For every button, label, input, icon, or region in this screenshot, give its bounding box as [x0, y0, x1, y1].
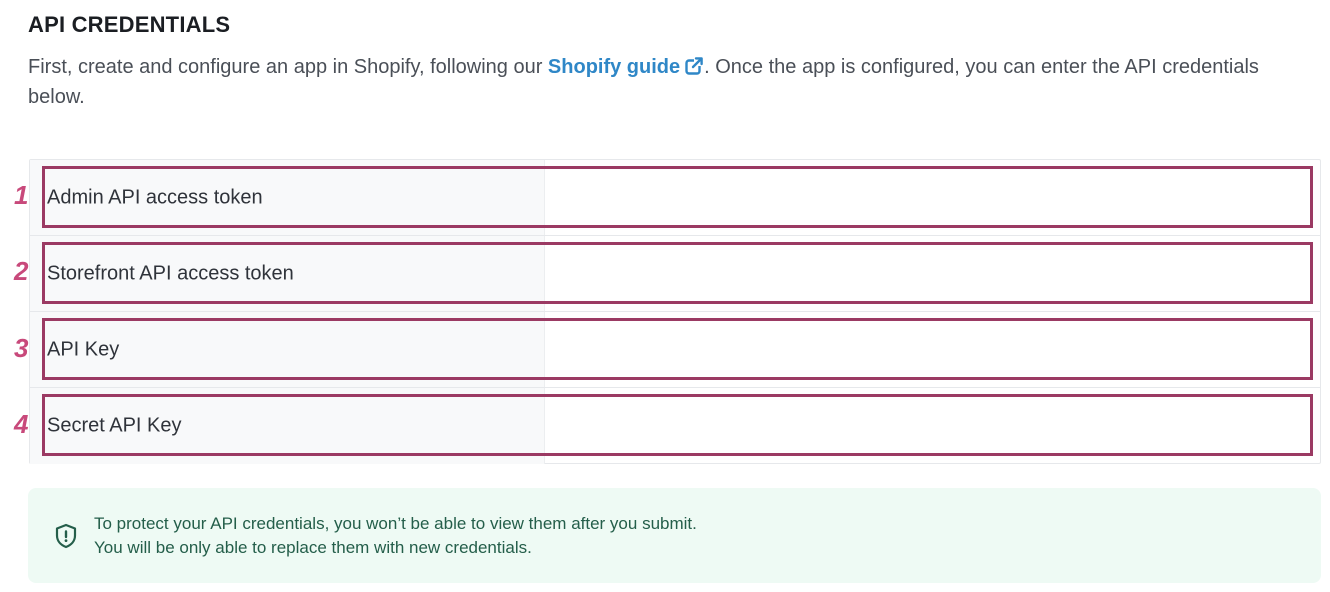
credential-label-cell: Admin API access token: [30, 160, 545, 235]
credential-row-admin-token: Admin API access token: [30, 160, 1320, 236]
credential-label-cell: API Key: [30, 312, 545, 387]
storefront-token-label: Storefront API access token: [47, 262, 294, 284]
admin-token-input[interactable]: [546, 161, 1318, 234]
external-link-icon: [685, 57, 704, 75]
notice-line-1: To protect your API credentials, you won…: [94, 514, 697, 533]
admin-token-label: Admin API access token: [47, 186, 263, 208]
api-key-input[interactable]: [546, 313, 1318, 386]
api-credentials-page: API CREDENTIALS First, create and config…: [0, 0, 1330, 592]
secret-key-label: Secret API Key: [47, 414, 182, 437]
security-notice: To protect your API credentials, you won…: [28, 488, 1321, 583]
credential-row-storefront-token: Storefront API access token: [30, 236, 1320, 312]
row-number-4: 4: [14, 409, 29, 439]
api-key-label: API Key: [47, 338, 120, 360]
credential-row-secret-key: Secret API Key: [30, 388, 1320, 464]
notice-line-2: You will be only able to replace them wi…: [94, 538, 532, 557]
shield-alert-icon: [55, 523, 77, 549]
row-number-1: 1: [14, 180, 29, 210]
notice-text: To protect your API credentials, you won…: [94, 512, 697, 560]
shopify-guide-link[interactable]: Shopify guide: [548, 56, 704, 78]
intro-text: First, create and configure an app in Sh…: [28, 52, 1318, 112]
credential-row-api-key: API Key: [30, 312, 1320, 388]
section-title: API CREDENTIALS: [28, 12, 231, 37]
intro-text-before: First, create and configure an app in Sh…: [28, 56, 548, 78]
storefront-token-input[interactable]: [546, 237, 1318, 310]
row-number-3: 3: [14, 333, 29, 363]
credential-label-cell: Secret API Key: [30, 388, 545, 464]
shopify-guide-link-label: Shopify guide: [547, 56, 681, 78]
credential-label-cell: Storefront API access token: [30, 236, 545, 311]
secret-key-input[interactable]: [546, 389, 1318, 463]
credentials-table: Admin API access token Storefront API ac…: [29, 159, 1321, 464]
row-number-2: 2: [14, 256, 29, 286]
